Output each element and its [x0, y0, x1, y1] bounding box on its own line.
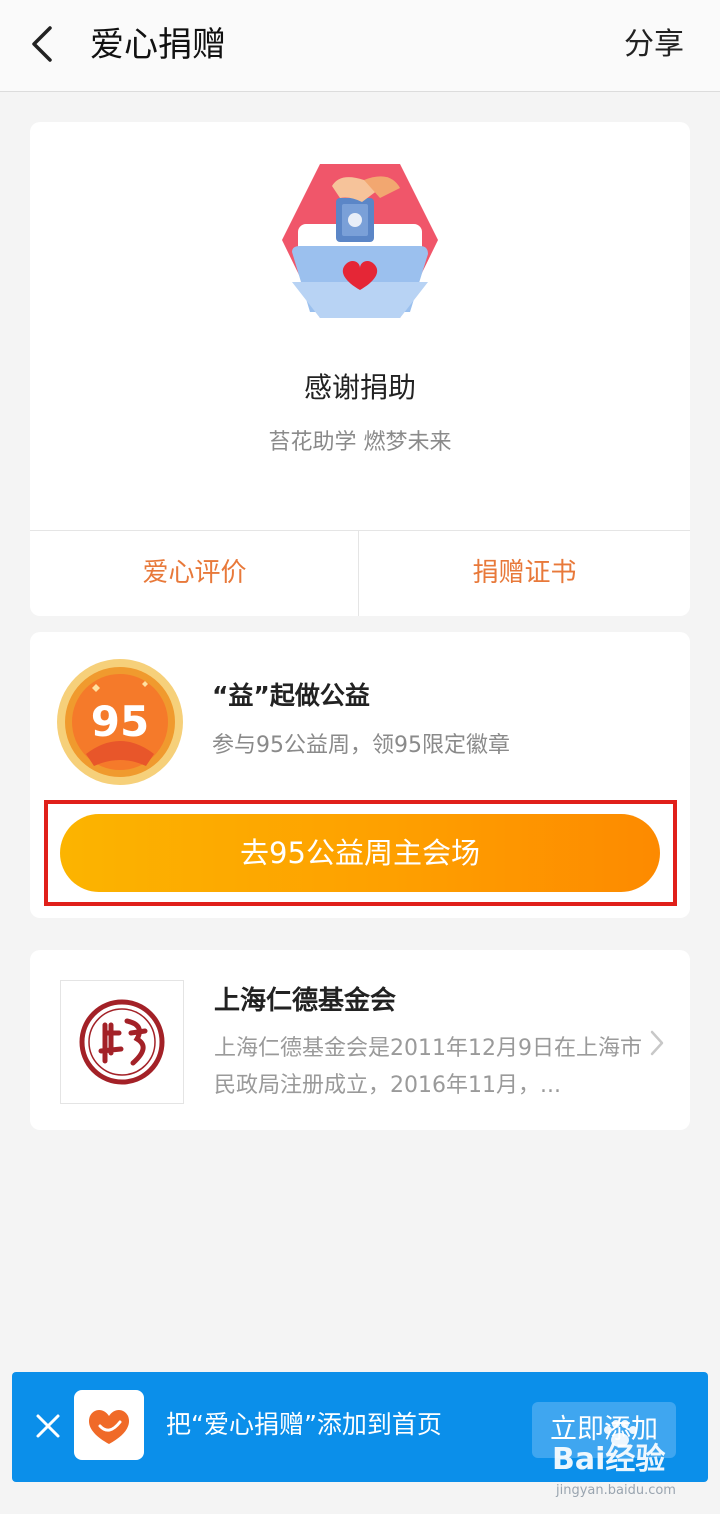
share-button[interactable]: 分享: [624, 22, 684, 68]
love-review-button[interactable]: 爱心评价: [30, 531, 359, 616]
thanks-title: 感谢捐助: [303, 371, 416, 404]
top-bar: 爱心捐赠 分享: [0, 0, 720, 92]
promo-card: 95 “益”起做公益 参与95公益周，领95限定徽章 去95公益周主会场: [30, 632, 690, 918]
chevron-right-icon: [646, 1028, 668, 1058]
close-button[interactable]: [30, 1408, 66, 1444]
watermark-text: Bai经验: [552, 1442, 666, 1477]
thanks-card: 感谢捐助 苔花助学 燃梦未来 爱心评价 捐赠证书: [30, 122, 690, 616]
chevron-left-icon: [32, 26, 52, 62]
back-button[interactable]: [22, 22, 66, 66]
foundation-seal-logo: [60, 980, 184, 1104]
badge-number: 95: [91, 697, 149, 746]
thanks-subtitle: 苔花助学 燃梦未来: [268, 430, 452, 455]
go-95-main-venue-button[interactable]: 去95公益周主会场: [60, 814, 660, 892]
divider: [358, 531, 359, 616]
donation-certificate-button[interactable]: 捐赠证书: [360, 531, 689, 616]
banner-text: 把“爱心捐赠”添加到首页: [166, 1410, 442, 1439]
watermark-url: jingyan.baidu.com: [556, 1483, 676, 1498]
page-title: 爱心捐赠: [90, 25, 226, 65]
donation-hexagon-icon: [280, 162, 440, 322]
baidu-watermark: Bai经验 jingyan.baidu.com: [548, 1414, 708, 1506]
love-donation-app-icon: [74, 1390, 144, 1460]
promo-title: “益”起做公益: [212, 681, 370, 710]
close-icon: [36, 1414, 60, 1438]
foundation-name: 上海仁德基金会: [214, 986, 397, 1016]
foundation-card[interactable]: 上海仁德基金会 上海仁德基金会是2011年12月9日在上海市民政局注册成立，20…: [30, 950, 690, 1130]
promo-subtitle: 参与95公益周，领95限定徽章: [212, 733, 510, 758]
foundation-description: 上海仁德基金会是2011年12月9日在上海市民政局注册成立，2016年11月，.…: [214, 1036, 642, 1098]
badge-95-icon: 95: [56, 658, 184, 786]
